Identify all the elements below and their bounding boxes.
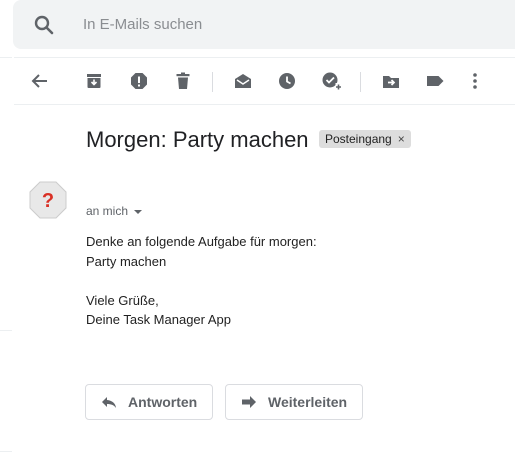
forward-button-label: Weiterleiten [268,394,348,410]
add-task-icon[interactable] [320,70,342,92]
remove-label-button[interactable]: × [398,130,405,148]
move-to-icon[interactable] [380,70,402,92]
search-bar[interactable]: In E-Mails suchen [13,0,515,49]
archive-icon[interactable] [83,70,105,92]
search-input[interactable]: In E-Mails suchen [83,16,202,33]
back-arrow-icon[interactable] [29,70,51,92]
label-icon[interactable] [424,70,446,92]
forward-button[interactable]: Weiterleiten [225,384,363,420]
email-body: Denke an folgende Aufgabe für morgen: Pa… [86,232,317,330]
divider [0,330,12,331]
divider [0,57,12,58]
snooze-icon[interactable] [276,70,298,92]
reply-button-label: Antworten [128,394,198,410]
forward-icon [242,396,256,408]
body-line: Deine Task Manager App [86,312,232,327]
reply-button[interactable]: Antworten [85,384,213,420]
chevron-down-icon[interactable] [134,210,143,214]
body-line: Viele Grüße, [86,292,159,308]
report-spam-icon[interactable] [128,70,150,92]
label-chip-text: Posteingang [325,132,392,146]
body-line: Denke an folgende Aufgabe für morgen: [86,234,317,249]
reply-icon [102,397,116,408]
more-vert-icon[interactable] [464,70,486,92]
recipient-details-toggle[interactable]: an mich [86,204,143,218]
avatar[interactable]: ? [29,181,67,219]
recipient-label: an mich [86,204,129,218]
mark-unread-icon[interactable] [232,70,254,92]
message-toolbar [14,57,515,105]
label-chip-inbox: Posteingang × [319,130,411,148]
search-icon[interactable] [32,13,56,37]
divider [0,451,12,452]
toolbar-divider [360,72,361,92]
avatar-glyph: ? [42,190,54,212]
body-line: Party machen [86,253,167,269]
email-subject: Morgen: Party machen [86,127,309,152]
toolbar-divider [212,72,213,92]
delete-icon[interactable] [172,70,194,92]
body-line [86,271,317,291]
